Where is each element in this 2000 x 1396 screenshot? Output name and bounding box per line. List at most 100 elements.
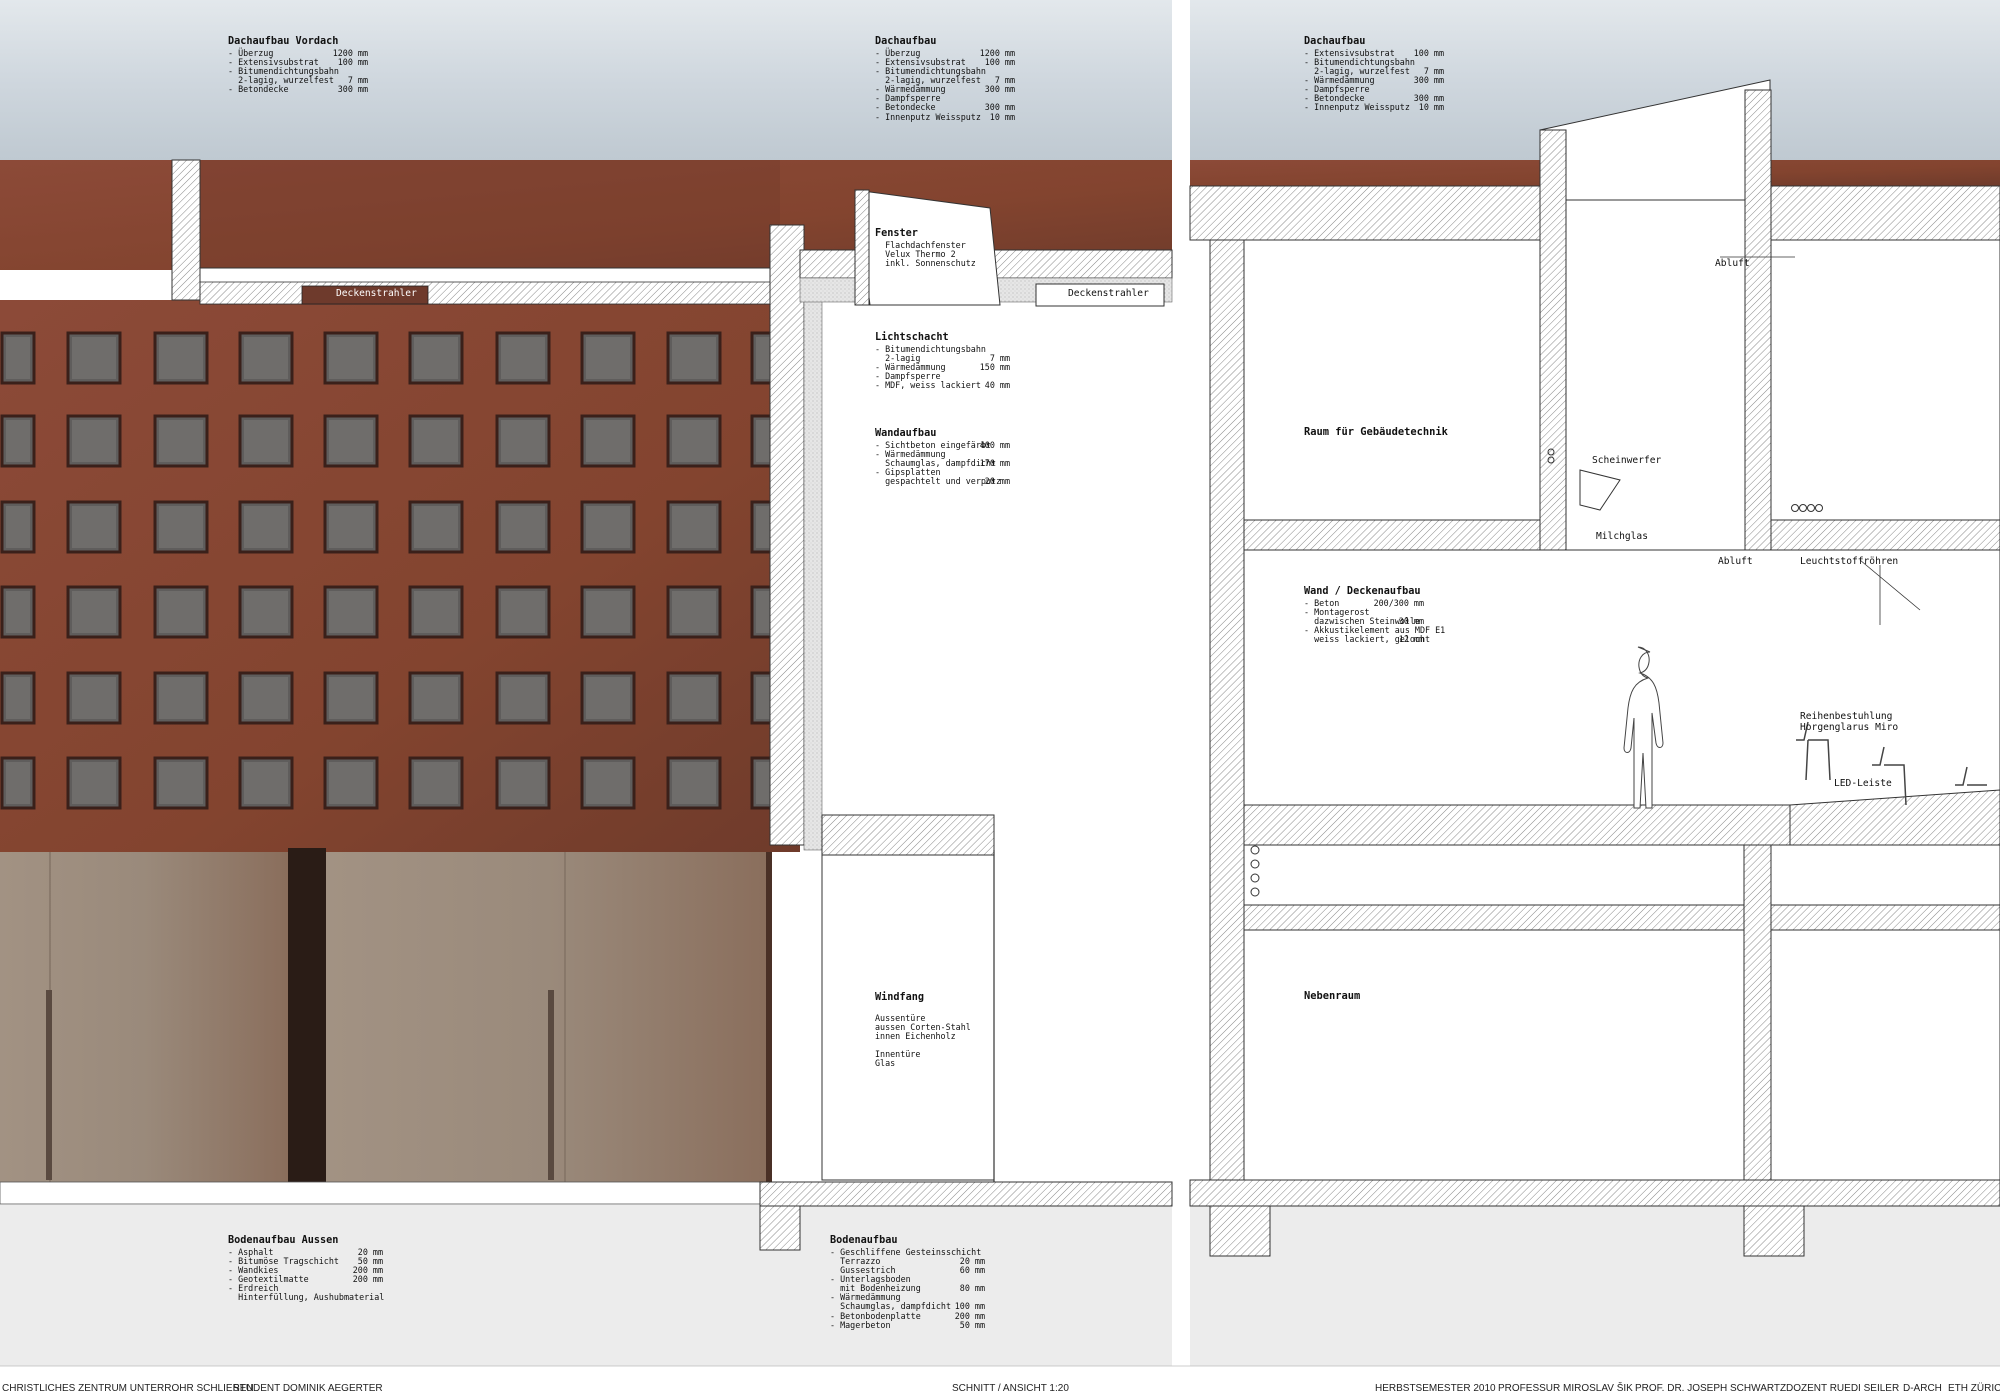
note-line-text: inkl. Sonnenschutz xyxy=(875,258,976,269)
skylight-wall xyxy=(854,189,870,306)
window-glass xyxy=(329,337,373,379)
window-glass xyxy=(329,677,373,719)
note-title: Dachaufbau Vordach xyxy=(228,36,339,47)
note-line: - Innenputz Weissputz 10 mm xyxy=(1304,103,1444,112)
window-glass xyxy=(244,337,288,379)
window-glass xyxy=(414,506,458,548)
label-scheinwerfer: Scheinwerfer xyxy=(1592,455,1662,466)
note-line-text: gespachtelt und verputz xyxy=(875,476,1002,487)
window-glass xyxy=(329,506,373,548)
window-glass xyxy=(159,591,203,633)
note-title: Wand / Deckenaufbau xyxy=(1304,586,1421,597)
footer-project: CHRISTLICHES ZENTRUM UNTERROHR SCHLIEREN xyxy=(2,1383,254,1394)
label-deckenstrahler-1: Deckenstrahler xyxy=(336,288,417,299)
roof-slab-right-1 xyxy=(1189,185,1541,241)
window-glass xyxy=(414,420,458,462)
note-title: Fenster xyxy=(875,228,918,239)
sheet-gap xyxy=(1172,0,1190,1366)
window-glass xyxy=(159,762,203,804)
floor-slab-mid xyxy=(759,1181,1173,1207)
label-raum-gebaeudetechnik: Raum für Gebäudetechnik xyxy=(1304,426,1448,438)
window-glass xyxy=(586,337,630,379)
note-line-value: 20 mm xyxy=(984,476,1010,487)
note-line-text: - Betondecke xyxy=(228,84,289,95)
footer-dept: D-ARCH xyxy=(1903,1383,1942,1394)
window-glass xyxy=(414,591,458,633)
wall-lower xyxy=(1743,844,1772,1181)
note-fenster: Fenster Flachdachfenster Velux Thermo 2 … xyxy=(875,228,1005,268)
label-reihenbestuhlung: Reihenbestuhlung Horgenglarus Miro xyxy=(1800,711,1899,733)
note-line-value: 300 mm xyxy=(337,84,368,95)
note-title: Lichtschacht xyxy=(875,332,949,343)
note-line-text: - MDF, weiss lackiert xyxy=(875,380,981,391)
window-glass xyxy=(329,591,373,633)
note-line-value: 100 mm xyxy=(984,57,1015,68)
wall-section-2 xyxy=(803,299,823,851)
note-line-value: 80 mm xyxy=(959,1283,985,1294)
note-line-text: Glas xyxy=(875,1058,896,1069)
room-nebenraum xyxy=(1243,929,1745,1181)
note-line-value: 300 mm xyxy=(984,84,1015,95)
note-boden: Bodenaufbau - Geschliffene Gesteinsschich… xyxy=(830,1235,985,1330)
door-panel-left xyxy=(0,852,288,1182)
window-glass xyxy=(414,677,458,719)
window-glass xyxy=(586,677,630,719)
note-line: - Betondecke 300 mm xyxy=(228,85,368,94)
label-leuchtstoffroehren: Leuchtstoffröhren xyxy=(1800,556,1899,567)
window-glass xyxy=(501,506,545,548)
window-glass xyxy=(72,337,116,379)
note-line: Glas xyxy=(875,1059,1005,1068)
window-glass xyxy=(414,337,458,379)
footer-dozent: DOZENT RUEDI SEILER xyxy=(1786,1383,1900,1394)
note-line: Hinterfüllung, Aushubmaterial xyxy=(228,1293,384,1302)
note-title: Wandaufbau xyxy=(875,428,937,439)
outer-wall-right xyxy=(1209,239,1245,1201)
note-title: Bodenaufbau xyxy=(830,1235,898,1246)
note-line-value: 150 mm xyxy=(979,362,1010,373)
ground-left xyxy=(0,1205,1172,1366)
label-milchglas: Milchglas xyxy=(1596,531,1648,542)
roof-slab-right-2 xyxy=(1744,185,2000,241)
window-glass xyxy=(501,591,545,633)
note-line-value: 50 mm xyxy=(959,1319,985,1330)
wall-section-1 xyxy=(769,224,805,846)
shaft-wall-right-1 xyxy=(1539,129,1567,591)
label-abluft-2: Abluft xyxy=(1718,556,1753,567)
window-glass xyxy=(244,762,288,804)
note-boden-aussen: Bodenaufbau Aussen - Asphalt 20 mm - Bitumö… xyxy=(228,1235,384,1302)
note-line: inkl. Sonnenschutz xyxy=(875,259,1005,268)
window-glass xyxy=(6,677,30,719)
window-glass xyxy=(672,506,716,548)
section-drawing xyxy=(0,0,2000,1367)
note-line-text: innen Eichenholz xyxy=(875,1031,956,1042)
foundation-mid xyxy=(759,1205,801,1251)
window-glass xyxy=(6,506,30,548)
room-right-lower xyxy=(1770,929,2000,1181)
window-glass xyxy=(586,506,630,548)
footer-professor: PROFESSUR MIROSLAV ŠIK xyxy=(1498,1383,1633,1394)
note-dach-mitte: Dachaufbau - Überzug 1200 mm - Extensivsubs… xyxy=(875,36,1015,122)
note-line-value: 200/300 mm xyxy=(1373,598,1424,609)
note-line-value: 12 mm xyxy=(1398,634,1424,645)
window-glass xyxy=(72,677,116,719)
note-line: weiss lackiert, gelocht 12 mm xyxy=(1304,634,1430,645)
note-line: - Innenputz Weissputz 10 mm xyxy=(875,111,1015,122)
scheinwerfer-icon xyxy=(1579,469,1621,511)
label-led-leiste: LED-Leiste xyxy=(1834,778,1892,789)
window-glass xyxy=(72,506,116,548)
window-glass xyxy=(244,677,288,719)
note-title: Dachaufbau xyxy=(875,36,937,47)
window-glass xyxy=(501,420,545,462)
window-glass xyxy=(159,420,203,462)
window-glass xyxy=(672,762,716,804)
window-glass xyxy=(6,420,30,462)
note-line-value: 170 mm xyxy=(979,458,1010,469)
window-glass xyxy=(329,420,373,462)
canopy-hatch xyxy=(199,281,771,305)
footer-school: ETH ZÜRICH xyxy=(1948,1383,2000,1394)
note-lichtschacht: Lichtschacht - Bitumendichtungsbahn 2-lag… xyxy=(875,332,1010,390)
note-line-value: 10 mm xyxy=(989,111,1015,122)
roof-shadow xyxy=(200,160,780,270)
note-line-value: 10 mm xyxy=(1418,102,1444,113)
slab-3 xyxy=(1243,904,2000,931)
